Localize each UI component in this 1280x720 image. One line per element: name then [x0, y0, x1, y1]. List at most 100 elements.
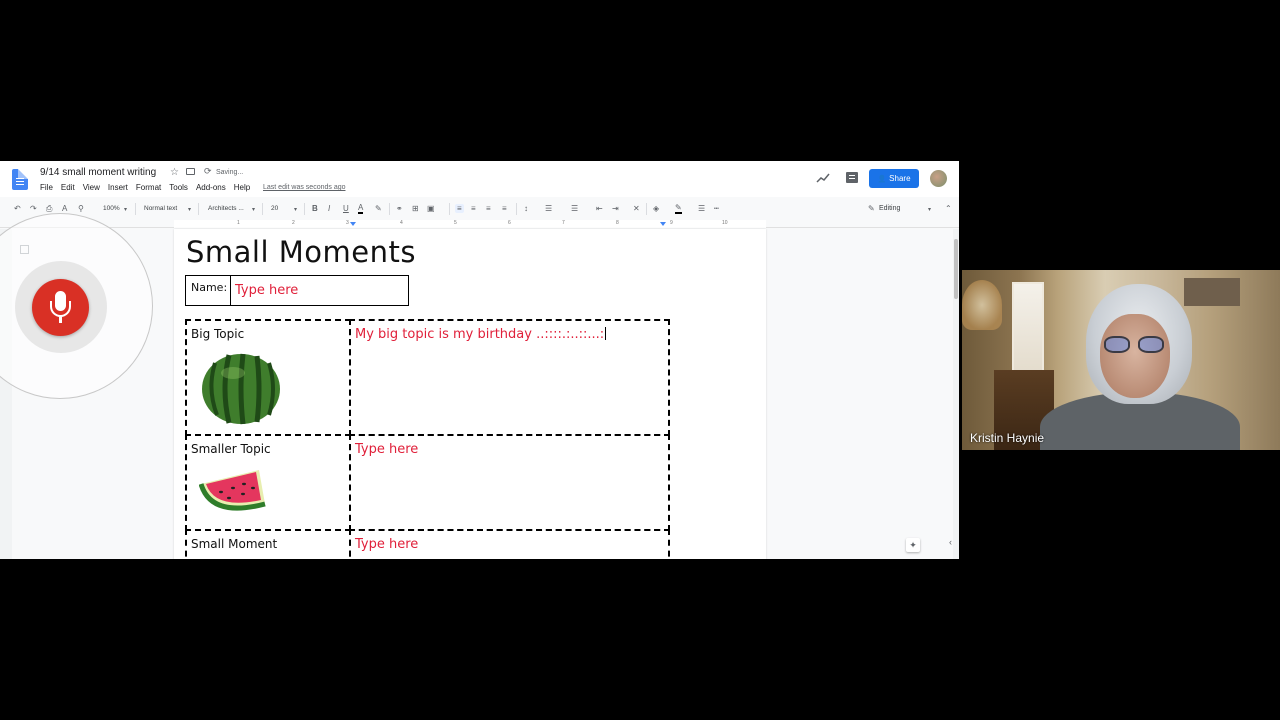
document-title[interactable]: 9/14 small moment writing: [40, 167, 156, 178]
add-comment-icon[interactable]: ⊞: [412, 204, 419, 213]
fill-color-icon[interactable]: ◈: [653, 204, 659, 213]
watermelon-slice-image[interactable]: [199, 466, 269, 516]
left-indent-marker[interactable]: [350, 222, 356, 226]
microphone-icon-stem: [59, 316, 62, 323]
google-docs-logo-icon[interactable]: [12, 169, 28, 190]
menu-file[interactable]: File: [40, 183, 53, 192]
border-dash-icon[interactable]: ┅: [714, 204, 719, 213]
justify-icon[interactable]: ≡: [502, 204, 507, 213]
shared-screen: 9/14 small moment writing ☆ ⟳ Saving... …: [0, 161, 959, 559]
hide-menus-icon[interactable]: ⌃: [945, 204, 952, 213]
toolbar-divider: [262, 203, 263, 215]
activity-dashboard-icon[interactable]: [816, 172, 830, 184]
share-button[interactable]: 👤 Share: [869, 169, 919, 188]
text-color-icon[interactable]: A: [358, 204, 364, 214]
last-edit-link[interactable]: Last edit was seconds ago: [263, 184, 346, 191]
menu-insert[interactable]: Insert: [108, 183, 128, 192]
clear-formatting-icon[interactable]: ✕: [633, 204, 640, 213]
underline-icon[interactable]: U: [343, 204, 349, 213]
chevron-down-icon: ▾: [188, 207, 192, 213]
chevron-left-icon[interactable]: ‹: [949, 537, 952, 547]
font-size-select[interactable]: 20: [271, 205, 278, 212]
ruler-number: 2: [292, 220, 295, 226]
align-left-icon[interactable]: ≡: [455, 204, 464, 213]
big-topic-answer-cell[interactable]: My big topic is my birthday ..::::.:..::…: [349, 319, 670, 436]
toolbar-divider: [516, 203, 517, 215]
name-field[interactable]: Type here: [235, 283, 298, 298]
small-moment-label: Small Moment: [191, 537, 278, 551]
watermelon-image[interactable]: [201, 351, 281, 425]
menu-tools[interactable]: Tools: [169, 183, 188, 192]
microphone-button[interactable]: [32, 279, 89, 336]
ruler-page-area: 1 2 3 4 5 6 7 8 9 10: [174, 220, 766, 228]
smaller-topic-label: Smaller Topic: [191, 442, 271, 456]
scrollbar-thumb[interactable]: [954, 239, 958, 299]
explore-icon[interactable]: ✦: [906, 538, 920, 552]
menu-help[interactable]: Help: [234, 183, 250, 192]
font-select[interactable]: Architects ...: [208, 205, 244, 212]
spellcheck-icon[interactable]: A: [62, 204, 67, 213]
editing-mode-select[interactable]: Editing: [879, 205, 900, 212]
insert-image-icon[interactable]: ▣: [427, 204, 435, 213]
style-select[interactable]: Normal text: [144, 205, 177, 212]
ruler-number: 9: [670, 220, 673, 226]
page-title[interactable]: Small Moments: [186, 235, 416, 269]
toolbar-divider: [449, 203, 450, 215]
docs-title-bar: 9/14 small moment writing ☆ ⟳ Saving... …: [0, 161, 959, 197]
line-spacing-icon[interactable]: ↕: [524, 204, 528, 213]
person-add-icon: 👤: [877, 175, 887, 183]
big-topic-answer[interactable]: My big topic is my birthday ..::::.:..::…: [355, 327, 607, 342]
align-center-icon[interactable]: ≡: [471, 204, 476, 213]
link-icon[interactable]: ⚭: [396, 204, 403, 213]
vertical-scrollbar[interactable]: [953, 229, 959, 559]
name-label: Name:: [186, 276, 231, 305]
participant-video[interactable]: Kristin Haynie: [962, 270, 1280, 450]
smaller-topic-label-cell[interactable]: Smaller Topic: [185, 434, 351, 531]
bold-icon[interactable]: B: [312, 204, 318, 213]
big-topic-label-cell[interactable]: Big Topic: [185, 319, 351, 436]
menu-edit[interactable]: Edit: [61, 183, 75, 192]
document-page[interactable]: Small Moments Name: Type here Big Topic: [174, 229, 766, 559]
participant-face: [1100, 314, 1170, 398]
small-moment-answer-cell[interactable]: Type here: [349, 529, 670, 559]
comments-icon[interactable]: [846, 172, 858, 183]
undo-icon[interactable]: ↶: [14, 204, 21, 213]
pencil-icon: ✎: [868, 204, 875, 213]
numbered-list-icon[interactable]: ☰: [545, 204, 552, 213]
video-background-sign: [1184, 278, 1240, 306]
chevron-down-icon: ▾: [294, 207, 298, 213]
big-topic-label: Big Topic: [191, 327, 245, 341]
menu-view[interactable]: View: [83, 183, 100, 192]
name-table[interactable]: Name: Type here: [185, 275, 409, 306]
menu-format[interactable]: Format: [136, 183, 161, 192]
move-to-folder-icon[interactable]: [186, 168, 195, 175]
star-icon[interactable]: ☆: [170, 167, 179, 178]
small-moment-answer[interactable]: Type here: [355, 537, 418, 552]
bulleted-list-icon[interactable]: ☰: [571, 204, 578, 213]
border-color-icon[interactable]: ✎: [675, 204, 682, 214]
toolbar-divider: [646, 203, 647, 215]
topic-table: Big Topic My big topic is my birthday ..…: [185, 319, 670, 559]
chevron-down-icon: ▾: [252, 207, 256, 213]
align-right-icon[interactable]: ≡: [486, 204, 491, 213]
smaller-topic-answer-cell[interactable]: Type here: [349, 434, 670, 531]
smaller-topic-answer[interactable]: Type here: [355, 442, 418, 457]
increase-indent-icon[interactable]: ⇥: [612, 204, 619, 213]
highlight-icon[interactable]: ✎: [375, 204, 382, 213]
redo-icon[interactable]: ↷: [30, 204, 37, 213]
small-moment-label-cell[interactable]: Small Moment: [185, 529, 351, 559]
right-indent-marker[interactable]: [660, 222, 666, 226]
ruler-number: 8: [616, 220, 619, 226]
account-avatar[interactable]: [930, 170, 947, 187]
menu-bar: File Edit View Insert Format Tools Add-o…: [40, 183, 258, 192]
border-width-icon[interactable]: ☰: [698, 204, 705, 213]
paint-format-icon[interactable]: ⚲: [78, 204, 84, 213]
chevron-down-icon: ▾: [928, 207, 932, 213]
decrease-indent-icon[interactable]: ⇤: [596, 204, 603, 213]
menu-add-ons[interactable]: Add-ons: [196, 183, 226, 192]
zoom-select[interactable]: 100%: [103, 205, 120, 212]
toolbar-divider: [304, 203, 305, 215]
text-cursor: [605, 327, 607, 340]
italic-icon[interactable]: I: [328, 204, 330, 213]
ruler[interactable]: 1 2 3 4 5 6 7 8 9 10: [0, 220, 959, 228]
